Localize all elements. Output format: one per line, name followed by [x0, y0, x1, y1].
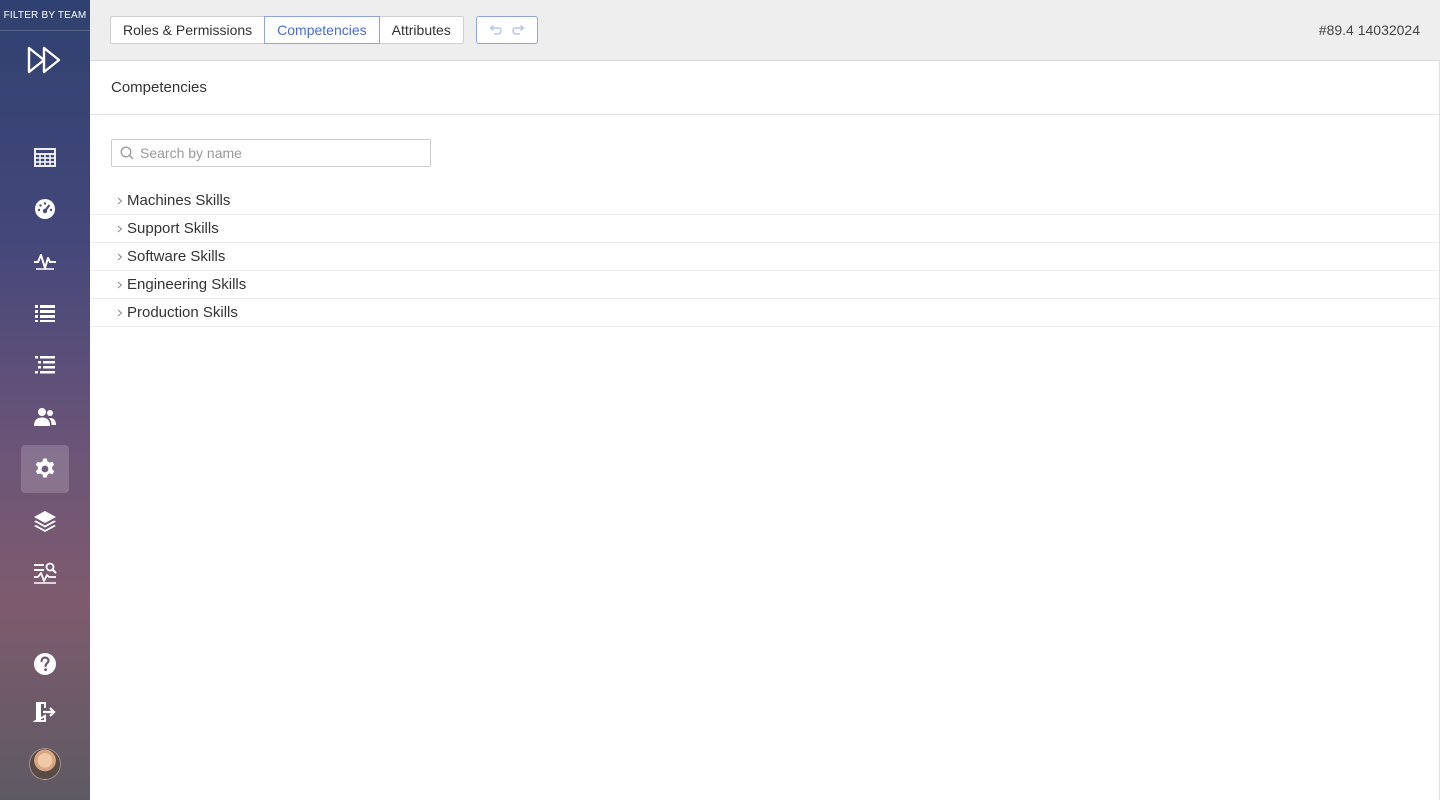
nav-tree-list[interactable] [21, 341, 69, 389]
logo-icon[interactable] [27, 45, 63, 75]
undo-redo-group [476, 16, 538, 44]
undo-button[interactable] [488, 24, 502, 36]
redo-button[interactable] [512, 24, 526, 36]
sidebar: FILTER BY TEAM [0, 0, 90, 800]
competency-groups: Machines Skills Support Skills Software … [90, 187, 1439, 327]
tab-attributes[interactable]: Attributes [378, 16, 464, 44]
group-label: Machines Skills [127, 192, 231, 209]
dashboard-gauge-icon [35, 199, 55, 219]
tab-roles-permissions[interactable]: Roles & Permissions [110, 16, 266, 44]
search-field [111, 139, 431, 167]
chevron-right-icon[interactable] [114, 307, 126, 319]
gear-icon [35, 458, 55, 478]
nav-dashboard[interactable] [21, 185, 69, 233]
tree-list-icon [35, 356, 55, 374]
help-icon [34, 653, 56, 675]
group-support-skills[interactable]: Support Skills [90, 215, 1439, 243]
analytics-search-icon [34, 562, 57, 584]
nav-help[interactable] [21, 640, 69, 688]
group-machines-skills[interactable]: Machines Skills [90, 187, 1439, 215]
chevron-right-icon[interactable] [114, 223, 126, 235]
group-label: Production Skills [127, 304, 238, 321]
version-label: #89.4 14032024 [1318, 22, 1420, 38]
users-icon [34, 408, 56, 426]
nav-activity[interactable] [21, 237, 69, 285]
nav-list[interactable] [21, 289, 69, 337]
chevron-right-icon[interactable] [114, 279, 126, 291]
settings-tabs: Roles & Permissions Competencies Attribu… [110, 16, 464, 44]
layers-icon [34, 511, 56, 532]
main-content: Competencies Machines Skills Support Ski… [90, 61, 1440, 800]
tab-competencies[interactable]: Competencies [264, 16, 380, 44]
nav-users[interactable] [21, 393, 69, 441]
search-input[interactable] [140, 140, 425, 166]
group-label: Support Skills [127, 220, 219, 237]
undo-icon [489, 24, 502, 35]
nav-calendar[interactable] [21, 133, 69, 181]
search-icon [120, 146, 134, 160]
nav-analytics[interactable] [21, 549, 69, 597]
group-label: Software Skills [127, 248, 226, 265]
nav-settings[interactable] [21, 445, 69, 493]
list-icon [35, 305, 55, 322]
nav-layers[interactable] [21, 497, 69, 545]
page-title: Competencies [90, 61, 1439, 115]
group-software-skills[interactable]: Software Skills [90, 243, 1439, 271]
group-label: Engineering Skills [127, 276, 247, 293]
chevron-right-icon[interactable] [114, 251, 126, 263]
group-engineering-skills[interactable]: Engineering Skills [90, 271, 1439, 299]
top-bar: Roles & Permissions Competencies Attribu… [90, 0, 1440, 61]
group-production-skills[interactable]: Production Skills [90, 299, 1439, 327]
calendar-grid-icon [34, 148, 56, 167]
avatar[interactable] [29, 748, 61, 780]
redo-icon [512, 24, 525, 35]
nav-logout[interactable] [21, 688, 69, 736]
chevron-right-icon[interactable] [114, 195, 126, 207]
logout-icon [33, 702, 56, 722]
filter-by-team-button[interactable]: FILTER BY TEAM [0, 0, 90, 31]
activity-pulse-icon [34, 254, 56, 270]
